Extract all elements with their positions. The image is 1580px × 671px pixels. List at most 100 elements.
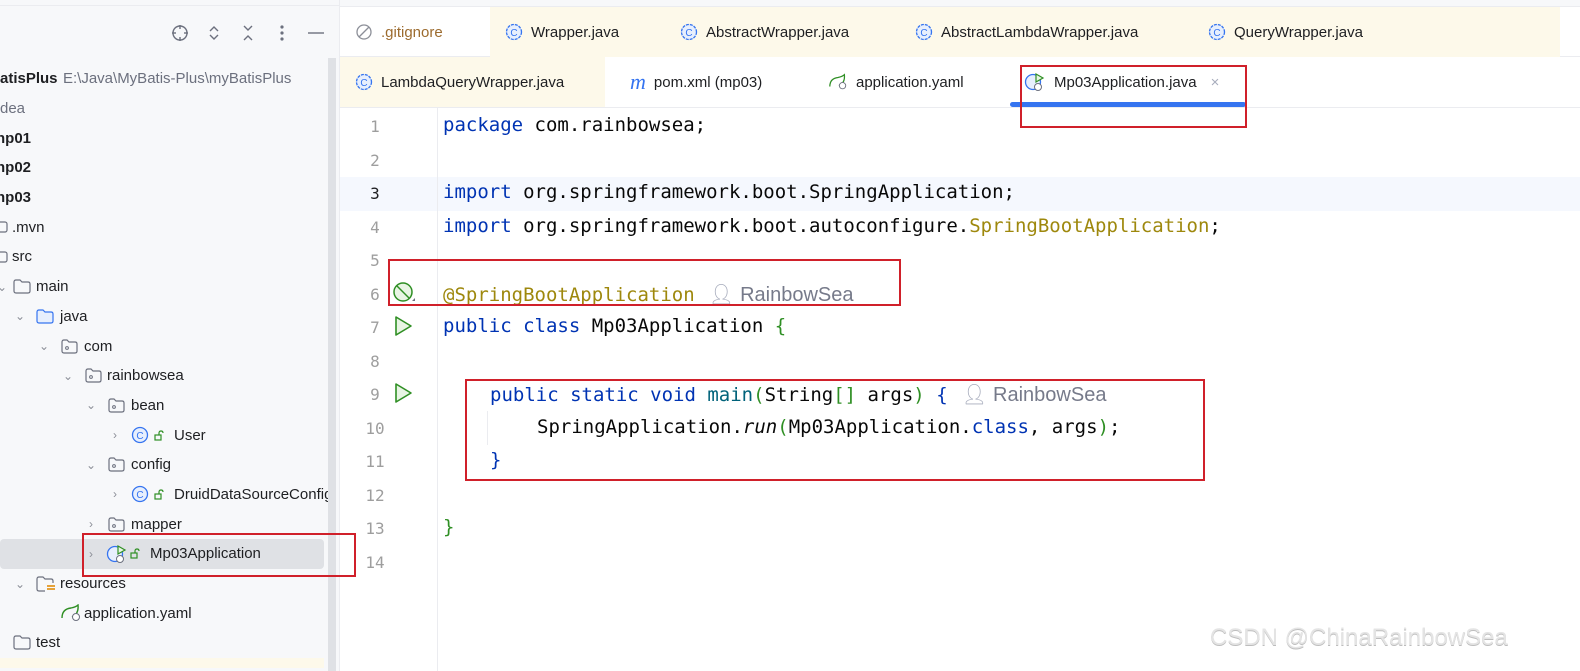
resources-folder-icon xyxy=(36,575,56,592)
chevron-down-icon[interactable]: ⌄ xyxy=(62,370,74,382)
param-name: args xyxy=(856,384,914,406)
tree-item-label: main xyxy=(36,278,69,296)
tree-item-bean[interactable]: ⌄ bean xyxy=(0,391,328,421)
tree-item-main[interactable]: ⌄ main xyxy=(0,272,328,302)
code-text: ; xyxy=(1209,215,1221,237)
package-icon xyxy=(61,338,78,354)
svg-text:C: C xyxy=(136,490,143,501)
tree-item-application-yaml[interactable]: application.yaml xyxy=(0,598,328,628)
method-call: run xyxy=(742,416,778,438)
minimize-icon[interactable] xyxy=(306,23,326,43)
public-access-icon xyxy=(130,548,141,559)
tab-application-yaml[interactable]: application.yaml xyxy=(828,57,964,107)
line-number: 12 xyxy=(365,486,385,505)
tree-item-src[interactable]: src xyxy=(0,242,328,272)
folder-icon xyxy=(0,250,8,264)
line-number: 8 xyxy=(370,352,380,371)
tab-lambda-query-wrapper[interactable]: C LambdaQueryWrapper.java xyxy=(340,57,605,107)
chevron-down-icon[interactable]: ⌄ xyxy=(14,578,26,590)
code-text: org.springframework.boot.autoconfigure. xyxy=(511,215,970,237)
tab-abstract-wrapper[interactable]: C AbstractWrapper.java xyxy=(680,7,849,57)
collapse-all-icon[interactable] xyxy=(238,23,258,43)
author-hint[interactable]: 👤︎ RainbowSea xyxy=(962,384,1107,406)
tree-item-idea[interactable]: dea xyxy=(0,94,328,124)
tree-item-label: np01 xyxy=(0,129,32,147)
tab-mp03application-active[interactable]: Mp03Application.java × xyxy=(1010,57,1246,107)
tab-abstract-lambda-wrapper[interactable]: C AbstractLambdaWrapper.java xyxy=(915,7,1138,57)
project-tree: atisPlus E:\Java\MyBatis-Plus\myBatisPlu… xyxy=(0,64,328,668)
tree-item-com[interactable]: ⌄ com xyxy=(0,331,328,361)
chevron-right-icon[interactable]: › xyxy=(109,488,121,500)
tree-item-druid-config[interactable]: › C DruidDataSourceConfig xyxy=(0,480,328,510)
chevron-down-icon[interactable]: ⌄ xyxy=(0,281,8,293)
close-tab-icon[interactable]: × xyxy=(1211,74,1220,91)
editor-tabs-row-1: .gitignore C Wrapper.java C AbstractWrap… xyxy=(340,6,1580,57)
chevron-right-icon[interactable]: › xyxy=(109,429,121,441)
expand-all-icon[interactable] xyxy=(204,23,224,43)
chevron-down-icon[interactable]: ⌄ xyxy=(38,340,50,352)
class-name: Mp03Application xyxy=(580,315,775,337)
code-line-9: public static void main(String[] args) {… xyxy=(490,382,1106,407)
tree-item-rainbowsea[interactable]: ⌄ rainbowsea xyxy=(0,361,328,391)
crosshair-icon[interactable] xyxy=(170,23,190,43)
tree-item-config[interactable]: ⌄ config xyxy=(0,450,328,480)
tree-item-mp02[interactable]: np02 xyxy=(0,153,328,183)
svg-text:C: C xyxy=(1213,28,1220,39)
run-class-icon[interactable] xyxy=(392,315,414,337)
chevron-down-icon[interactable]: ⌄ xyxy=(85,399,97,411)
folder-icon xyxy=(13,635,31,651)
tab-label: .gitignore xyxy=(381,23,443,41)
tree-item-mp01[interactable]: np01 xyxy=(0,123,328,153)
keyword: public class xyxy=(443,315,581,337)
tree-item-label: User xyxy=(174,426,206,444)
tree-item-resources[interactable]: ⌄ resources xyxy=(0,569,328,599)
class-ref: Mp03Application. xyxy=(788,416,972,438)
tree-item-mapper[interactable]: › mapper xyxy=(0,509,328,539)
disabled-bean-icon[interactable] xyxy=(392,281,416,305)
class-icon: C xyxy=(1208,23,1226,41)
code-editor[interactable]: 1 2 3 4 5 6 7 8 9 10 11 12 13 14 package… xyxy=(340,108,1580,671)
tree-item-mp03[interactable]: np03 xyxy=(0,183,328,213)
chevron-down-icon[interactable]: ⌄ xyxy=(14,310,26,322)
code-line-11: } xyxy=(490,449,502,471)
watermark: CSDN @ChinaRainbowSea xyxy=(1210,624,1508,651)
annotation: @SpringBootApplication xyxy=(443,284,695,306)
class-ref: SpringApplication. xyxy=(537,416,743,438)
tab-pom-xml[interactable]: m pom.xml (mp03) xyxy=(630,57,762,107)
type-name: String xyxy=(764,384,834,406)
paren: ) xyxy=(913,384,925,406)
tree-item-test[interactable]: test xyxy=(0,628,328,658)
svg-text:C: C xyxy=(920,28,927,39)
tree-item-label: np03 xyxy=(0,189,32,207)
tree-item-mvn[interactable]: .mvn xyxy=(0,212,328,242)
public-access-icon xyxy=(154,489,165,500)
tree-bottom-highlight xyxy=(0,657,324,668)
spring-boot-class-icon xyxy=(106,544,128,564)
code-text: , args xyxy=(1028,416,1098,438)
line-number: 2 xyxy=(370,151,380,170)
tree-item-java[interactable]: ⌄ java xyxy=(0,302,328,332)
tree-item-project-root[interactable]: atisPlus E:\Java\MyBatis-Plus\myBatisPlu… xyxy=(0,64,328,94)
line-number: 4 xyxy=(370,218,380,237)
person-icon: 👤︎ xyxy=(708,284,735,306)
more-vertical-icon[interactable] xyxy=(272,23,292,43)
tree-item-user[interactable]: › C User xyxy=(0,420,328,450)
tab-gitignore[interactable]: .gitignore xyxy=(340,7,490,57)
tree-item-label: bean xyxy=(131,396,165,414)
chevron-right-icon[interactable]: › xyxy=(85,548,97,560)
code-line-1: package com.rainbowsea; xyxy=(443,114,706,136)
author-hint[interactable]: 👤︎ RainbowSea xyxy=(709,284,854,306)
chevron-down-icon[interactable]: ⌄ xyxy=(85,459,97,471)
sidebar-top-divider xyxy=(0,0,340,6)
line-number: 13 xyxy=(365,519,385,538)
tab-query-wrapper[interactable]: C QueryWrapper.java xyxy=(1208,7,1363,57)
tab-wrapper[interactable]: C Wrapper.java xyxy=(505,7,619,57)
chevron-right-icon[interactable]: › xyxy=(85,518,97,530)
keyword: class xyxy=(971,416,1029,438)
tree-item-mp03application[interactable]: › Mp03Application xyxy=(0,539,324,569)
code-text: ; xyxy=(1109,416,1121,438)
run-main-icon[interactable] xyxy=(392,382,414,404)
ide-window: atisPlus E:\Java\MyBatis-Plus\myBatisPlu… xyxy=(0,0,1580,671)
sidebar-scrollbar[interactable] xyxy=(328,58,336,671)
tree-item-label: dea xyxy=(0,100,26,118)
